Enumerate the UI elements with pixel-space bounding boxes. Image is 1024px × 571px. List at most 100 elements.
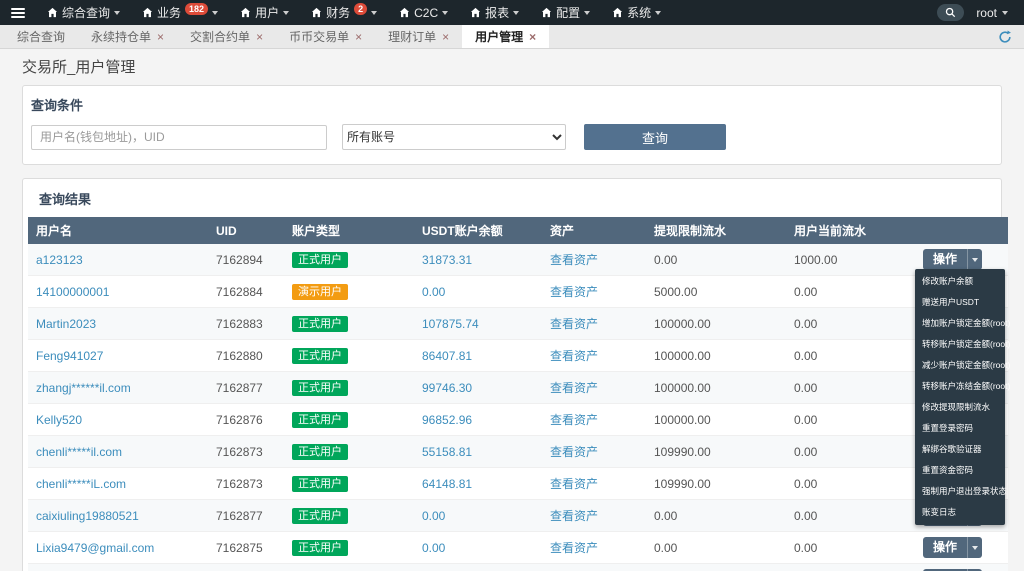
chevron-down-icon [1002,11,1008,15]
view-assets-link[interactable]: 查看资产 [550,253,598,267]
current-flow-cell: 0.00 [786,404,915,436]
username-link[interactable]: chenli*****il.com [36,445,122,459]
balance-link[interactable]: 96852.96 [422,413,472,427]
action-menu-item[interactable]: 重置登录密码 [915,418,1005,439]
balance-link[interactable]: 0.00 [422,285,445,299]
action-button[interactable]: 操作 [923,537,967,558]
balance-link[interactable]: 86407.81 [422,349,472,363]
account-type-badge: 演示用户 [292,284,348,300]
tab[interactable]: 理财订单 × [375,25,462,48]
current-flow-cell: 0.00 [786,308,915,340]
balance-link[interactable]: 107875.74 [422,317,479,331]
table-row: Martin2023 7162883 正式用户 107875.74 查看资产 1… [28,308,1008,340]
withdraw-limit-cell: 109990.00 [646,468,786,500]
view-assets-link[interactable]: 查看资产 [550,445,598,459]
action-menu-item[interactable]: 修改账户余额 [915,271,1005,292]
uid-cell: 7162877 [208,500,284,532]
tab-close-icon[interactable]: × [355,31,362,43]
navbar-menu-item[interactable]: C2C [388,0,459,25]
home-icon [612,7,623,18]
search-icon [945,7,956,18]
username-link[interactable]: a123123 [36,253,83,267]
tab[interactable]: 综合查询 × [4,25,78,48]
navbar-menu-label: 财务 [326,4,350,21]
action-dropdown-toggle[interactable] [967,249,982,270]
username-link[interactable]: chenli*****iL.com [36,477,126,491]
action-menu-item[interactable]: 赠送用户USDT [915,292,1005,313]
navbar-menu-item[interactable]: 财务 2 [300,0,388,25]
balance-link[interactable]: 0.00 [422,509,445,523]
navbar-menu-item[interactable]: 报表 [459,0,530,25]
tab[interactable]: 币币交易单 × [276,25,375,48]
tab[interactable]: 交割合约单 × [177,25,276,48]
tab[interactable]: 用户管理 × [462,25,549,48]
sidebar-toggle-button[interactable] [0,0,36,25]
view-assets-link[interactable]: 查看资产 [550,285,598,299]
withdraw-limit-cell: 109990.00 [646,436,786,468]
withdraw-limit-cell: 0.00 [646,532,786,564]
action-menu-item[interactable]: 强制用户退出登录状态 [915,481,1005,502]
tab-close-icon[interactable]: × [157,31,164,43]
current-flow-cell: 0.00 [786,564,915,571]
action-menu-item[interactable]: 重置资金密码 [915,460,1005,481]
tab-close-icon[interactable]: × [529,31,536,43]
view-assets-link[interactable]: 查看资产 [550,413,598,427]
navbar-menu-label: 业务 [157,4,181,21]
balance-link[interactable]: 0.00 [422,541,445,555]
uid-cell: 7162877 [208,372,284,404]
home-icon [142,7,153,18]
view-assets-link[interactable]: 查看资产 [550,381,598,395]
tab-close-icon[interactable]: × [256,31,263,43]
balance-link[interactable]: 55158.81 [422,445,472,459]
navbar-menu-item[interactable]: 系统 [601,0,672,25]
current-flow-cell: 1000.00 [786,244,915,276]
action-menu-item[interactable]: 账变日志 [915,502,1005,523]
username-link[interactable]: caixiuling19880521 [36,509,139,523]
action-menu-item[interactable]: 转移账户冻结金额(root) [915,376,1005,397]
action-menu-item[interactable]: 修改提现限制流水 [915,397,1005,418]
balance-link[interactable]: 64148.81 [422,477,472,491]
username-link[interactable]: Kelly520 [36,413,82,427]
account-type-select[interactable]: 所有账号 [342,124,566,150]
view-assets-link[interactable]: 查看资产 [550,349,598,363]
query-controls: 所有账号 查询 [31,124,993,150]
view-assets-link[interactable]: 查看资产 [550,477,598,491]
view-assets-link[interactable]: 查看资产 [550,509,598,523]
current-flow-cell: 0.00 [786,276,915,308]
action-menu-item[interactable]: 转移账户锁定金额(root) [915,334,1005,355]
username-link[interactable]: Feng941027 [36,349,103,363]
results-table: 用户名UID账户类型USDT账户余额资产提现限制流水用户当前流水 a123123… [28,217,1008,571]
action-menu-item[interactable]: 增加账户锁定金额(root) [915,313,1005,334]
tab-close-icon[interactable]: × [442,31,449,43]
username-link[interactable]: zhangj******il.com [36,381,131,395]
navbar-menu-item[interactable]: 用户 [229,0,300,25]
user-menu[interactable]: root [976,6,1008,20]
username-link[interactable]: 14100000001 [36,285,109,299]
chevron-down-icon [972,546,978,550]
tab[interactable]: 永续持仓单 × [78,25,177,48]
navbar-menu-item[interactable]: 业务 182 [131,0,229,25]
navbar-menu-label: 用户 [255,4,279,21]
action-button[interactable]: 操作 [923,249,967,270]
action-dropdown-toggle[interactable] [967,537,982,558]
navbar-menu-item[interactable]: 配置 [530,0,601,25]
view-assets-link[interactable]: 查看资产 [550,541,598,555]
navbar-search-button[interactable] [937,4,964,21]
table-row: Lixia9479@gmail.com 7162875 正式用户 0.00 查看… [28,532,1008,564]
action-menu-item[interactable]: 减少账户锁定金额(root) [915,355,1005,376]
action-menu-item[interactable]: 解绑谷歌验证器 [915,439,1005,460]
balance-link[interactable]: 99746.30 [422,381,472,395]
results-panel: 查询结果 用户名UID账户类型USDT账户余额资产提现限制流水用户当前流水 a1… [22,178,1002,571]
view-assets-link[interactable]: 查看资产 [550,317,598,331]
balance-link[interactable]: 31873.31 [422,253,472,267]
navbar-menu-label: 报表 [485,4,509,21]
username-link[interactable]: Martin2023 [36,317,96,331]
query-panel: 查询条件 所有账号 查询 [22,85,1002,165]
chevron-down-icon [972,258,978,262]
username-link[interactable]: Lixia9479@gmail.com [36,541,154,555]
search-button[interactable]: 查询 [584,124,726,150]
chevron-down-icon [442,11,448,15]
navbar-menu-item[interactable]: 综合查询 [36,0,131,25]
search-input[interactable] [31,125,327,150]
refresh-button[interactable] [996,28,1014,46]
